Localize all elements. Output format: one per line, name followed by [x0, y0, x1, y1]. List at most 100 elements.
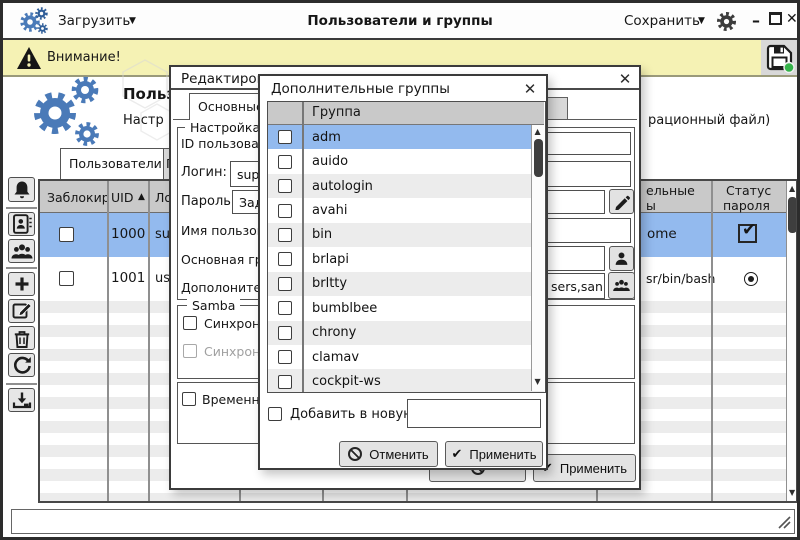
group-row[interactable]: bin [268, 223, 544, 247]
header-password-status-line1[interactable]: Статус [726, 183, 771, 198]
save-caret-icon[interactable]: ▼ [698, 16, 705, 26]
check-icon: ✔ [451, 446, 462, 462]
apply-system-button[interactable] [8, 388, 35, 412]
group-row[interactable]: chrony [268, 321, 544, 345]
refresh-button[interactable] [8, 353, 35, 377]
settings-gear-icon[interactable] [715, 10, 738, 33]
scroll-up-icon[interactable]: ▲ [789, 185, 795, 193]
header-extra-groups-line1[interactable]: ельные [646, 183, 695, 198]
group-row[interactable]: brlapi [268, 247, 544, 271]
group-checkbox[interactable] [278, 204, 292, 218]
pick-primary-group-button[interactable] [609, 246, 634, 271]
group-row[interactable]: autologin [268, 174, 544, 198]
group-row[interactable]: brltty [268, 272, 544, 296]
save-file-icon[interactable] [764, 42, 795, 73]
scroll-up-icon[interactable]: ▲ [535, 128, 541, 136]
edit-dialog-close-icon[interactable]: ✕ [615, 69, 635, 89]
header-uid[interactable]: UID [111, 190, 133, 205]
scrollbar-thumb[interactable] [788, 197, 797, 233]
contact-card-icon [11, 213, 33, 235]
row-blocked-checkbox[interactable] [59, 227, 74, 242]
group-row[interactable]: clamav [268, 345, 544, 369]
samba-sync2-checkbox [183, 344, 197, 358]
group-name: brlapi [312, 252, 349, 267]
scrollbar-thumb[interactable] [534, 139, 543, 177]
add-new-group-checkbox[interactable] [268, 407, 282, 421]
page-subtitle: Настр [123, 113, 164, 128]
row-uid: 1000 [111, 226, 145, 242]
column-separator [148, 181, 150, 501]
row-blocked-checkbox[interactable] [59, 271, 74, 286]
group-row[interactable]: adm [268, 125, 544, 149]
groups-scrollbar[interactable]: ▲ ▼ [531, 125, 544, 391]
group-checkbox[interactable] [278, 179, 292, 193]
group-name: bumblbee [312, 301, 377, 316]
samba-sync-checkbox[interactable] [183, 316, 197, 330]
group-name: clamav [312, 350, 359, 365]
warning-icon [15, 45, 43, 71]
row-shell: sr/bin/bash [646, 271, 715, 286]
group-checkbox[interactable] [278, 326, 292, 340]
minimize-button[interactable]: – [752, 11, 760, 30]
tab-users[interactable]: Пользователи [60, 148, 164, 179]
add-user-button[interactable] [8, 272, 35, 296]
scroll-down-icon[interactable]: ▼ [535, 378, 541, 386]
header-password-status-line2[interactable]: пароля [723, 198, 770, 213]
groups-cancel-button[interactable]: Отменить [339, 441, 438, 467]
password-status-dot-icon[interactable] [744, 272, 758, 286]
group-row[interactable]: bumblbee [268, 296, 544, 320]
groups-list: Группа adm auido autologin avahi [267, 101, 546, 393]
group-checkbox[interactable] [278, 375, 292, 389]
resize-grip-icon[interactable] [777, 514, 791, 530]
group-checkbox[interactable] [278, 252, 292, 266]
primary-group-label: Основная гру [181, 252, 270, 267]
group-name: auido [312, 154, 348, 169]
row-extra-groups: ome [647, 226, 677, 242]
add-new-group-field[interactable] [407, 399, 541, 428]
edit-apply-label: Применить [560, 461, 627, 476]
user-groups-button[interactable] [8, 239, 35, 263]
groups-list-header: Группа [268, 102, 544, 125]
group-row[interactable]: avahi [268, 198, 544, 222]
edit-tab-basic-label: Основные [198, 99, 264, 114]
sort-ascending-icon: ▲ [138, 192, 145, 202]
save-menu-button[interactable]: Сохранить [624, 13, 700, 29]
table-scrollbar[interactable]: ▲ ▼ [786, 181, 798, 501]
header-blocked[interactable]: Заблокир [47, 190, 110, 205]
groups-dialog-close-icon[interactable]: ✕ [520, 79, 540, 99]
delete-user-button[interactable] [8, 326, 35, 350]
maximize-button[interactable] [769, 12, 782, 25]
pick-extra-groups-button[interactable] [608, 272, 635, 299]
groups-apply-label: Применить [469, 447, 536, 462]
group-name: bin [312, 227, 332, 242]
status-bar [11, 509, 795, 534]
edit-password-button[interactable] [609, 189, 634, 214]
edit-apply-button[interactable]: ✔ Применить [533, 454, 636, 482]
group-row[interactable]: auido [268, 149, 544, 173]
group-checkbox[interactable] [278, 155, 292, 169]
group-checkbox[interactable] [278, 228, 292, 242]
trash-icon [12, 328, 32, 349]
tab-users-label: Пользователи [69, 156, 162, 171]
groups-rows: adm auido autologin avahi bin [268, 125, 544, 393]
additional-groups-dialog: Дополнительные группы ✕ Группа adm auido… [258, 74, 548, 470]
row-uid: 1001 [111, 270, 145, 286]
close-button[interactable]: ✕ [786, 11, 798, 27]
toolbar-separator [6, 207, 37, 209]
group-checkbox[interactable] [278, 130, 292, 144]
header-extra-groups-line2[interactable]: ы [646, 198, 656, 213]
group-checkbox[interactable] [278, 277, 292, 291]
group-checkbox[interactable] [278, 301, 292, 315]
groups-cancel-label: Отменить [369, 447, 428, 462]
user-card-button[interactable] [8, 212, 35, 236]
extra-groups-value: sers,san [551, 279, 603, 294]
group-checkbox[interactable] [278, 350, 292, 364]
edit-user-button[interactable] [8, 299, 35, 323]
temporary-checkbox[interactable] [182, 392, 196, 406]
password-status-checked-icon[interactable]: ✔ [738, 224, 757, 243]
scroll-down-icon[interactable]: ▼ [789, 489, 795, 497]
groups-apply-button[interactable]: ✔ Применить [445, 441, 543, 467]
notifications-button[interactable] [8, 177, 35, 202]
groups-column-header: Группа [312, 105, 361, 120]
group-row[interactable]: cockpit-ws [268, 369, 544, 393]
